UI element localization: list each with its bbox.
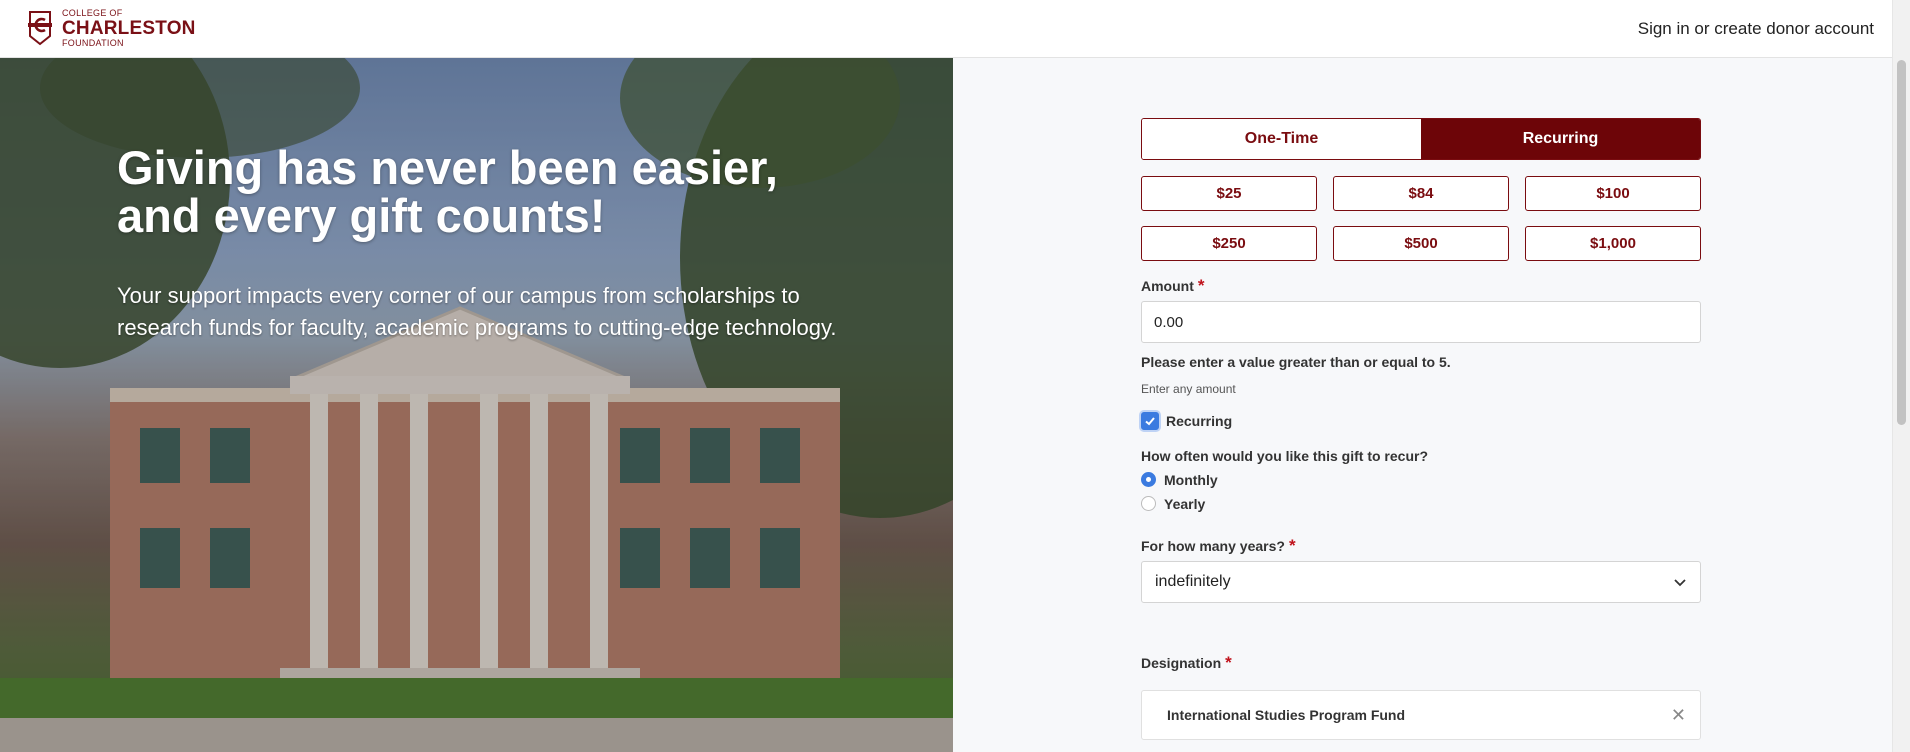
- required-mark: *: [1288, 536, 1296, 555]
- college-of-charleston-logo[interactable]: COLLEGE OF CHARLESTON FOUNDATION: [26, 8, 196, 48]
- amount-hint: Enter any amount: [1141, 382, 1236, 396]
- checkmark-icon: [1145, 417, 1155, 426]
- recurring-checkbox[interactable]: [1141, 412, 1159, 430]
- recurring-checkbox-label: Recurring: [1166, 413, 1233, 429]
- logo-line-3: FOUNDATION: [62, 37, 124, 48]
- amount-label-text: Amount: [1141, 278, 1194, 294]
- site-header: COLLEGE OF CHARLESTON FOUNDATION Sign in…: [0, 0, 1892, 58]
- designation-chip: International Studies Program Fund ✕: [1141, 690, 1701, 740]
- years-label-text: For how many years?: [1141, 538, 1285, 554]
- years-select-value: indefinitely: [1155, 573, 1231, 590]
- amount-error-message: Please enter a value greater than or equ…: [1141, 354, 1451, 370]
- amount-button-250[interactable]: $250: [1141, 226, 1317, 261]
- years-select[interactable]: indefinitely: [1141, 561, 1701, 603]
- required-mark: *: [1225, 653, 1232, 672]
- amount-button-1000[interactable]: $1,000: [1525, 226, 1701, 261]
- designation-value: International Studies Program Fund: [1167, 707, 1406, 723]
- hero-banner: Giving has never been easier, and every …: [0, 58, 953, 752]
- recur-frequency-question: How often would you like this gift to re…: [1141, 448, 1428, 464]
- close-icon[interactable]: ✕: [1671, 705, 1686, 726]
- frequency-toggle: One-Time Recurring: [1141, 118, 1701, 160]
- page-scrollbar[interactable]: [1892, 0, 1910, 752]
- amount-button-100[interactable]: $100: [1525, 176, 1701, 211]
- amount-button-25[interactable]: $25: [1141, 176, 1317, 211]
- donation-panel: One-Time Recurring $25 $84 $100 $250 $50…: [953, 58, 1892, 752]
- signin-link[interactable]: Sign in or create donor account: [1638, 19, 1874, 39]
- years-label: For how many years? *: [1141, 536, 1701, 556]
- radio-yearly-label: Yearly: [1164, 495, 1206, 512]
- amount-button-84[interactable]: $84: [1333, 176, 1509, 211]
- hero-title: Giving has never been easier, and every …: [117, 141, 778, 242]
- logo-crest-icon: [26, 10, 54, 46]
- amount-button-500[interactable]: $500: [1333, 226, 1509, 261]
- logo-line-2: CHARLESTON: [62, 17, 196, 39]
- amount-input[interactable]: 0.00: [1141, 301, 1701, 343]
- radio-monthly[interactable]: [1141, 472, 1156, 487]
- chevron-down-icon: [1674, 579, 1686, 587]
- recurring-option[interactable]: Recurring: [1421, 119, 1700, 159]
- preset-amounts: $25 $84 $100 $250 $500 $1,000: [1141, 176, 1701, 261]
- one-time-option[interactable]: One-Time: [1142, 119, 1421, 159]
- hero-subtitle: Your support impacts every corner of our…: [117, 283, 837, 340]
- scrollbar-thumb[interactable]: [1897, 60, 1906, 425]
- recurring-checkbox-row[interactable]: Recurring: [1141, 412, 1701, 430]
- designation-label: Designation *: [1141, 653, 1701, 673]
- logo-wordmark: COLLEGE OF CHARLESTON FOUNDATION: [62, 7, 196, 48]
- logo-line-1: COLLEGE OF: [62, 7, 123, 18]
- required-mark: *: [1197, 276, 1205, 295]
- designation-label-text: Designation: [1141, 655, 1222, 671]
- radio-monthly-label: Monthly: [1164, 471, 1218, 488]
- radio-monthly-row[interactable]: Monthly: [1141, 471, 1701, 488]
- radio-yearly-row[interactable]: Yearly: [1141, 495, 1701, 512]
- amount-input-value: 0.00: [1154, 313, 1184, 331]
- donation-form: One-Time Recurring $25 $84 $100 $250 $50…: [1141, 118, 1701, 740]
- amount-label: Amount *: [1141, 276, 1701, 296]
- radio-yearly[interactable]: [1141, 496, 1156, 511]
